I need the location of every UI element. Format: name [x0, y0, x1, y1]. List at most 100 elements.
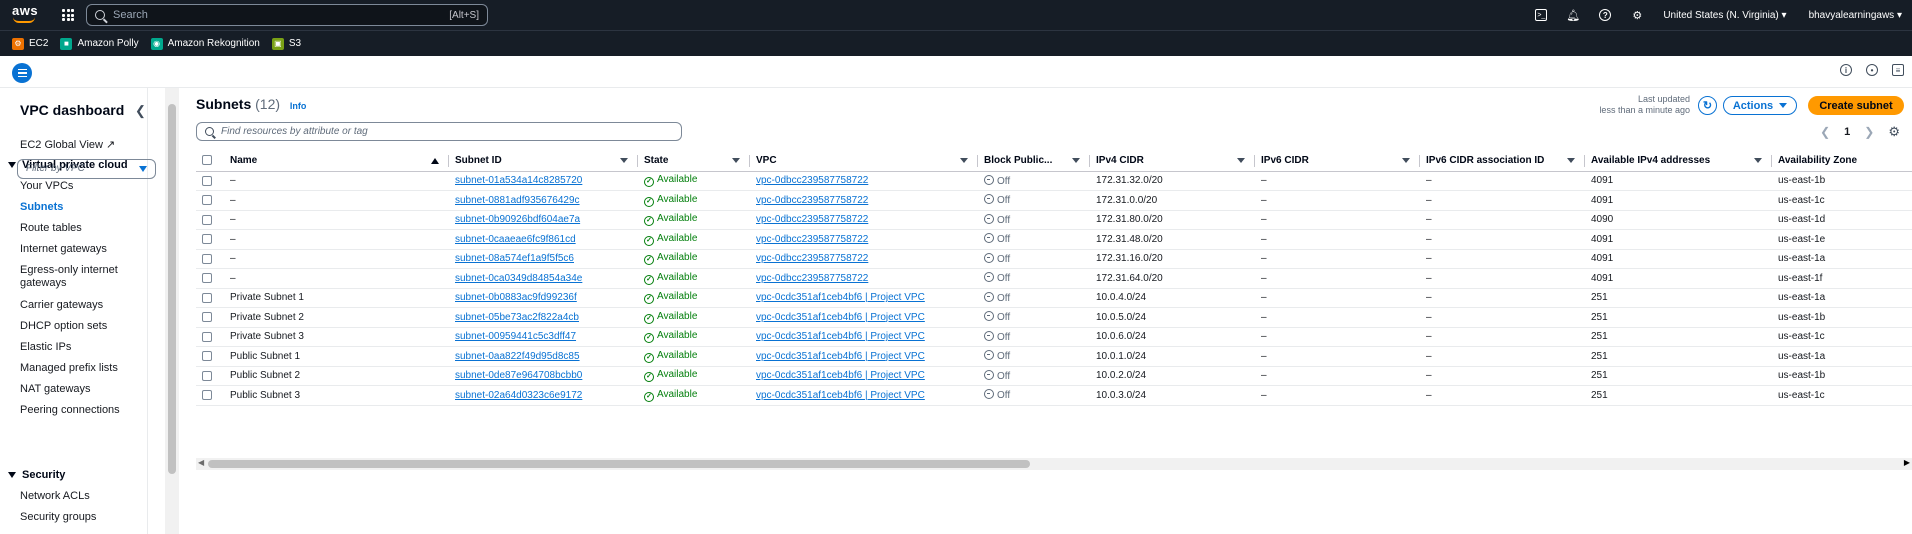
sidebar-item-subnets[interactable]: Subnets: [20, 201, 63, 213]
column-ipv4-cidr[interactable]: IPv4 CIDR: [1090, 150, 1255, 172]
sidebar-item-managed-prefix-lists[interactable]: Managed prefix lists: [20, 362, 118, 374]
column-availability-zone[interactable]: Availability Zone: [1772, 150, 1912, 172]
column-vpc[interactable]: VPC: [750, 150, 978, 172]
row-checkbox[interactable]: [202, 351, 212, 362]
scrollbar-thumb[interactable]: [168, 104, 176, 474]
cell-subnet-id[interactable]: subnet-02a64d0323c6e9172: [449, 385, 638, 406]
row-checkbox[interactable]: [202, 390, 212, 401]
subnet-id-link[interactable]: subnet-0aa822f49d95d8c85: [455, 351, 580, 362]
cloudshell-icon[interactable]: >_: [1535, 9, 1548, 21]
vpc-link[interactable]: vpc-0dbcc239587758722: [756, 175, 868, 186]
region-selector[interactable]: United States (N. Virginia) ▾: [1663, 10, 1786, 21]
previous-page-icon[interactable]: ❮: [1820, 125, 1830, 139]
select-all-header[interactable]: [196, 150, 224, 172]
row-checkbox[interactable]: [202, 292, 212, 303]
sidebar-item-ec2-global-view[interactable]: EC2 Global View ↗: [20, 138, 115, 151]
favorite-amazon-polly[interactable]: ■ Amazon Polly: [60, 37, 139, 50]
table-row[interactable]: – subnet-0881adf935676429c ✓ Available vpc-0…: [196, 190, 1912, 211]
column-subnet-id[interactable]: Subnet ID: [449, 150, 638, 172]
services-grid-icon[interactable]: [62, 9, 74, 21]
subnet-id-link[interactable]: subnet-08a574ef1a9f5f5c6: [455, 253, 574, 264]
column-ipv6-cidr[interactable]: IPv6 CIDR: [1255, 150, 1420, 172]
subnet-id-link[interactable]: subnet-0ca0349d84854a34e: [455, 273, 582, 284]
sidebar-item-peering-connections[interactable]: Peering connections: [20, 404, 120, 416]
sidebar-item-elastic-ips[interactable]: Elastic IPs: [20, 341, 71, 353]
row-select-cell[interactable]: [196, 268, 224, 289]
table-row[interactable]: Private Subnet 1 subnet-0b0883ac9fd99236f…: [196, 288, 1912, 308]
row-select-cell[interactable]: [196, 190, 224, 211]
cell-subnet-id[interactable]: subnet-0ca0349d84854a34e: [449, 268, 638, 289]
sidebar-item-internet-gateways[interactable]: Internet gateways: [20, 243, 107, 255]
settings-gear-icon[interactable]: ⚙: [1631, 9, 1643, 22]
table-row[interactable]: – subnet-0caaeae6fc9f861cd ✓ Available vpc-0…: [196, 229, 1912, 250]
sidebar-item-route-tables[interactable]: Route tables: [20, 222, 82, 234]
favorite-amazon-rekognition[interactable]: ◉ Amazon Rekognition: [150, 37, 260, 50]
cell-vpc[interactable]: vpc-0dbcc239587758722: [750, 210, 978, 230]
cell-subnet-id[interactable]: subnet-0881adf935676429c: [449, 190, 638, 211]
subnet-id-link[interactable]: subnet-00959441c5c3dff47: [455, 331, 576, 342]
row-select-cell[interactable]: [196, 249, 224, 269]
subnet-id-link[interactable]: subnet-02a64d0323c6e9172: [455, 390, 582, 401]
row-checkbox[interactable]: [202, 175, 212, 186]
sidebar-title[interactable]: VPC dashboard: [20, 102, 124, 118]
row-select-cell[interactable]: [196, 171, 224, 191]
global-search-input[interactable]: Search [Alt+S]: [86, 4, 488, 26]
row-checkbox[interactable]: [202, 195, 212, 206]
row-checkbox[interactable]: [202, 312, 212, 323]
row-select-cell[interactable]: [196, 366, 224, 386]
row-select-cell[interactable]: [196, 385, 224, 406]
table-horizontal-scrollbar[interactable]: ◀ ▶: [196, 458, 1912, 470]
subnet-id-link[interactable]: subnet-01a534a14c8285720: [455, 175, 582, 186]
vpc-link[interactable]: vpc-0dbcc239587758722: [756, 234, 868, 245]
column-block-public-access[interactable]: Block Public...: [978, 150, 1090, 172]
cell-subnet-id[interactable]: subnet-0b90926bdf604ae7a: [449, 210, 638, 230]
create-subnet-button[interactable]: Create subnet: [1808, 96, 1904, 115]
favorite-s3[interactable]: ▣ S3: [271, 37, 301, 50]
cell-vpc[interactable]: vpc-0cdc351af1ceb4bf6 | Project VPC: [750, 327, 978, 347]
table-row[interactable]: Public Subnet 2 subnet-0de87e964708bcbb0 ✓…: [196, 366, 1912, 386]
subnet-id-link[interactable]: subnet-0de87e964708bcbb0: [455, 370, 582, 381]
row-select-cell[interactable]: [196, 346, 224, 367]
scroll-right-icon[interactable]: ▶: [1904, 458, 1910, 467]
cell-subnet-id[interactable]: subnet-08a574ef1a9f5f5c6: [449, 249, 638, 269]
cell-subnet-id[interactable]: subnet-0b0883ac9fd99236f: [449, 288, 638, 308]
subnet-id-link[interactable]: subnet-0b0883ac9fd99236f: [455, 292, 577, 303]
cell-vpc[interactable]: vpc-0cdc351af1ceb4bf6 | Project VPC: [750, 346, 978, 367]
cell-vpc[interactable]: vpc-0cdc351af1ceb4bf6 | Project VPC: [750, 366, 978, 386]
column-name[interactable]: Name: [224, 150, 449, 172]
notifications-bell-icon[interactable]: 🔔︎: [1566, 9, 1580, 22]
row-select-cell[interactable]: [196, 307, 224, 328]
table-row[interactable]: Private Subnet 3 subnet-00959441c5c3dff47…: [196, 327, 1912, 347]
cell-vpc[interactable]: vpc-0cdc351af1ceb4bf6 | Project VPC: [750, 307, 978, 328]
account-menu[interactable]: bhavyalearningaws ▾: [1809, 10, 1902, 21]
cell-vpc[interactable]: vpc-0dbcc239587758722: [750, 171, 978, 191]
vpc-link[interactable]: vpc-0cdc351af1ceb4bf6 | Project VPC: [756, 292, 925, 303]
table-row[interactable]: – subnet-0b90926bdf604ae7a ✓ Available vpc-0…: [196, 210, 1912, 230]
cell-subnet-id[interactable]: subnet-0de87e964708bcbb0: [449, 366, 638, 386]
row-select-cell[interactable]: [196, 288, 224, 308]
row-checkbox[interactable]: [202, 370, 212, 381]
sidebar-item-nat-gateways[interactable]: NAT gateways: [20, 383, 91, 395]
subnet-id-link[interactable]: subnet-0881adf935676429c: [455, 195, 580, 206]
row-select-cell[interactable]: [196, 229, 224, 250]
subnet-id-link[interactable]: subnet-0b90926bdf604ae7a: [455, 214, 580, 225]
actions-button[interactable]: Actions: [1723, 96, 1797, 115]
cell-vpc[interactable]: vpc-0dbcc239587758722: [750, 229, 978, 250]
row-checkbox[interactable]: [202, 234, 212, 245]
subnet-id-link[interactable]: subnet-0caaeae6fc9f861cd: [455, 234, 576, 245]
info-icon[interactable]: i: [1840, 64, 1852, 76]
filter-by-vpc-select[interactable]: Filter by VPC: [17, 159, 156, 179]
column-state[interactable]: State: [638, 150, 750, 172]
cell-subnet-id[interactable]: subnet-0caaeae6fc9f861cd: [449, 229, 638, 250]
sidebar-item-carrier-gateways[interactable]: Carrier gateways: [20, 299, 103, 311]
find-resources-input[interactable]: Find resources by attribute or tag: [196, 122, 682, 141]
cell-vpc[interactable]: vpc-0dbcc239587758722: [750, 249, 978, 269]
table-settings-gear-icon[interactable]: ⚙: [1888, 124, 1900, 140]
row-checkbox[interactable]: [202, 331, 212, 342]
table-row[interactable]: Public Subnet 3 subnet-02a64d0323c6e9172 ✓…: [196, 385, 1912, 406]
page-number[interactable]: 1: [1844, 126, 1850, 138]
column-available-ipv4-addresses[interactable]: Available IPv4 addresses: [1585, 150, 1772, 172]
vpc-link[interactable]: vpc-0dbcc239587758722: [756, 273, 868, 284]
favorite-ec2[interactable]: ⚙ EC2: [12, 37, 48, 50]
table-row[interactable]: – subnet-0ca0349d84854a34e ✓ Available vpc-0…: [196, 268, 1912, 289]
